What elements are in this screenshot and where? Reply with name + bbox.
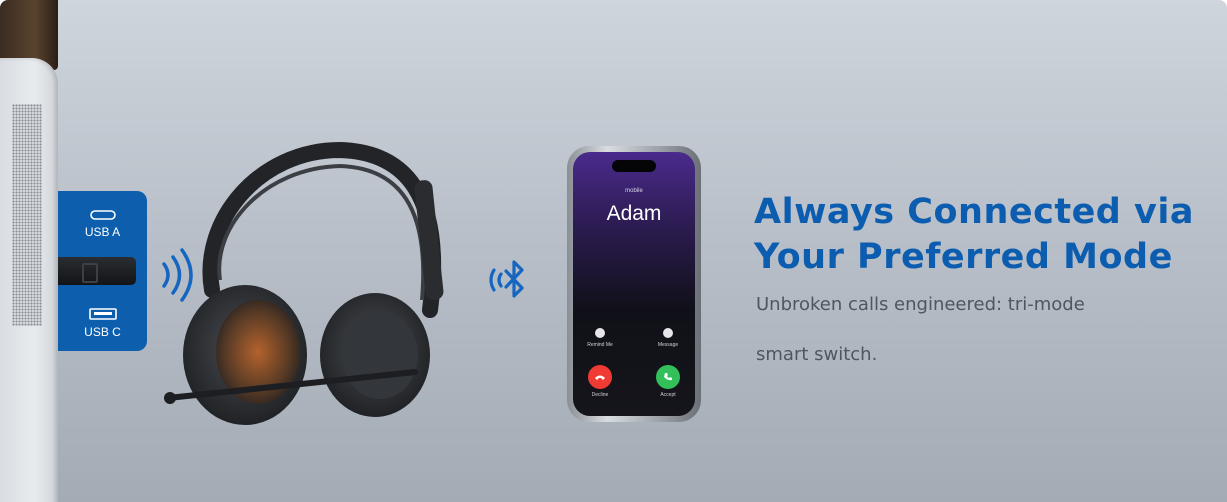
- phone-hangup-icon: [595, 375, 605, 380]
- headline: Always Connected via Your Preferred Mode: [754, 190, 1224, 280]
- headline-line-1: Always Connected via: [754, 192, 1194, 232]
- phone-answer-icon: [664, 373, 672, 381]
- carrier-label: mobile: [625, 188, 643, 194]
- dynamic-island: [612, 160, 656, 172]
- dongle-notch: [82, 263, 98, 283]
- bluetooth-icon: [489, 260, 524, 298]
- usb-c-port-icon: [90, 210, 116, 220]
- subtext-line-1: Unbroken calls engineered: tri-mode: [756, 294, 1085, 315]
- headline-line-2: Your Preferred Mode: [754, 237, 1173, 277]
- decline-button[interactable]: [588, 365, 612, 389]
- accept-label: Accept: [660, 392, 676, 398]
- usb-dongle: [58, 257, 136, 285]
- subtext-line-2: smart switch.: [756, 344, 878, 365]
- banner-background: USB A USB C mobile Adam Remind Me Messag…: [0, 0, 1227, 502]
- product-banner: USB A USB C mobile Adam Remind Me Messag…: [0, 0, 1227, 502]
- usb-c-label: USB C: [84, 325, 121, 339]
- remind-me-label: Remind Me: [587, 342, 613, 348]
- laptop-side: [0, 58, 58, 502]
- decline-label: Decline: [591, 392, 609, 398]
- laptop-speaker-grille: [12, 104, 42, 326]
- accept-button[interactable]: [656, 365, 680, 389]
- headset-image: [164, 141, 444, 425]
- smartphone: mobile Adam Remind Me Message Decline Ac…: [567, 146, 701, 422]
- remind-me-icon[interactable]: [595, 328, 605, 338]
- usb-a-label: USB A: [84, 225, 121, 239]
- message-label: Message: [657, 342, 679, 348]
- message-icon[interactable]: [663, 328, 673, 338]
- usb-a-port-icon: [89, 308, 117, 320]
- phone-screen: mobile Adam Remind Me Message Decline Ac…: [573, 152, 695, 416]
- caller-name: Adam: [606, 202, 662, 225]
